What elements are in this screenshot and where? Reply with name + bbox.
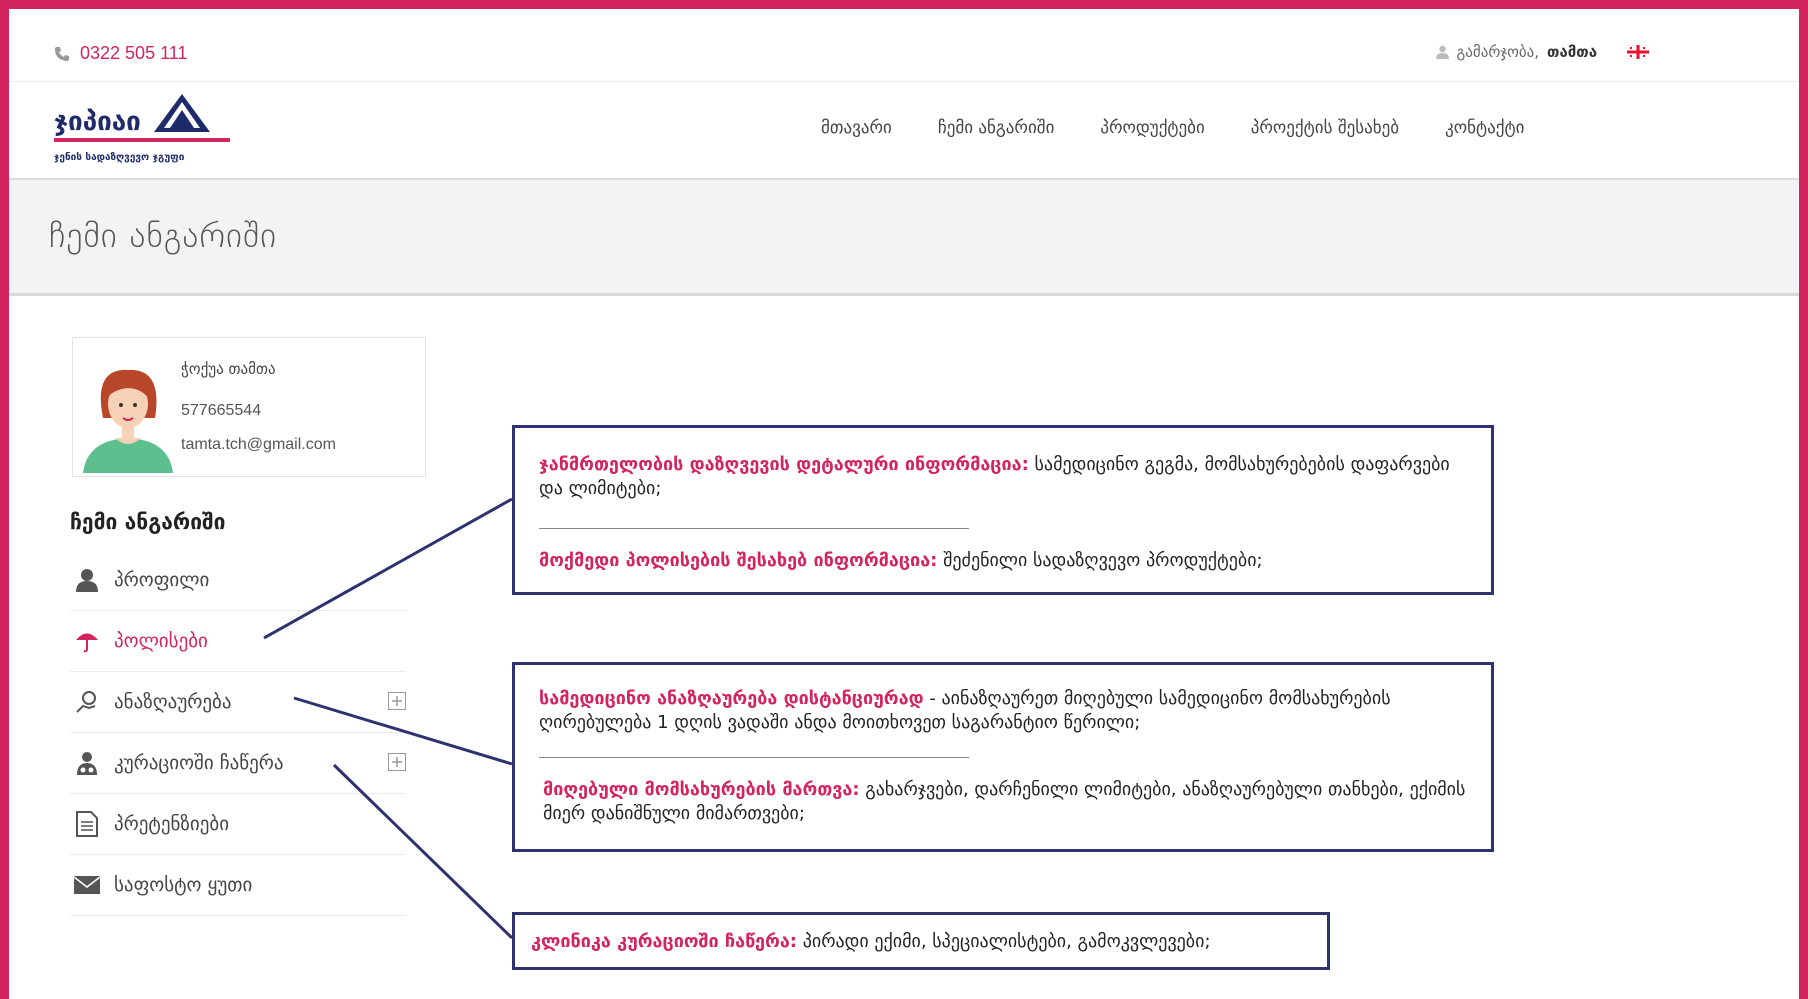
menu-item-label: საფოსტო ყუთი xyxy=(114,874,253,896)
account-menu-heading: ჩემი ანგარიში xyxy=(70,510,226,534)
profile-name: ჭოქუა თამთა xyxy=(181,360,276,378)
user-area: გამარჯობა, თამთა xyxy=(1435,43,1649,61)
avatar xyxy=(83,369,173,473)
gpi-logo[interactable]: ჯიპიაი ჯენის სადაზღვევო ჯგუფი xyxy=(54,88,234,170)
menu-item-label: ანაზღაურება xyxy=(114,691,232,713)
logout-link[interactable]: გამარჯობა, xyxy=(1457,43,1539,61)
callout-text: მიღებული მომსახურების მართვა: გახარჯვები… xyxy=(543,779,1466,824)
expand-icon[interactable] xyxy=(388,753,406,771)
menu-item-policies[interactable]: პოლისები xyxy=(70,611,406,672)
menu-item-claims[interactable]: პრეტენზიები xyxy=(70,794,406,855)
account-menu: პროფილი პოლისები ანაზღაურება კურაციოში ჩ… xyxy=(70,550,406,916)
menu-item-label: პროფილი xyxy=(114,569,210,591)
phone-icon xyxy=(55,46,69,61)
callout-text: კლინიკა კურაციოში ჩაწერა: პირადი ექიმი, … xyxy=(531,931,1211,952)
top-bar: 0322 505 111 გამარჯობა, თამთა xyxy=(9,9,1799,82)
document-icon xyxy=(74,811,100,837)
expand-icon[interactable] xyxy=(388,692,406,710)
menu-item-mailbox[interactable]: საფოსტო ყუთი xyxy=(70,855,406,916)
doctor-icon xyxy=(74,750,100,776)
menu-item-label: პოლისები xyxy=(114,630,208,652)
menu-item-curatio-booking[interactable]: კურაციოში ჩაწერა xyxy=(70,733,406,794)
menu-item-label: კურაციოში ჩაწერა xyxy=(114,752,284,774)
site-header: ჯიპიაი ჯენის სადაზღვევო ჯგუფი მთავარი ჩე… xyxy=(9,82,1799,180)
callout-curatio: კლინიკა კურაციოში ჩაწერა: პირადი ექიმი, … xyxy=(512,912,1330,970)
username: თამთა xyxy=(1547,43,1597,61)
phone-number: 0322 505 111 xyxy=(80,43,188,63)
georgian-flag-icon[interactable] xyxy=(1627,45,1649,59)
main-nav: მთავარი ჩემი ანგარიში პროდუქტები პროექტი… xyxy=(821,118,1524,138)
phone-contact[interactable]: 0322 505 111 xyxy=(54,43,187,64)
svg-text:ჯიპიაი: ჯიპიაი xyxy=(54,107,141,137)
menu-item-label: პრეტენზიები xyxy=(114,813,230,835)
user-small-icon xyxy=(1435,45,1449,59)
menu-item-reimbursement[interactable]: ანაზღაურება xyxy=(70,672,406,733)
umbrella-icon xyxy=(74,628,100,654)
page-title-bar: ჩემი ანგარიში xyxy=(9,180,1799,296)
profile-phone: 577665544 xyxy=(181,402,262,419)
callout-text: სამედიცინო ანაზღაურება დისტანციურად - აი… xyxy=(539,688,1391,733)
user-icon xyxy=(74,567,100,593)
nav-item-my-account[interactable]: ჩემი ანგარიში xyxy=(938,118,1055,138)
nav-item-home[interactable]: მთავარი xyxy=(821,118,892,138)
profile-email: tamta.tch@gmail.com xyxy=(181,436,336,453)
hand-coin-icon xyxy=(74,689,100,715)
callout-text: ჯანმრთელობის დაზღვევის დეტალური ინფორმაც… xyxy=(539,454,1450,499)
callout-text: მოქმედი პოლისების შესახებ ინფორმაცია: შე… xyxy=(539,550,1263,571)
callout-policies: ჯანმრთელობის დაზღვევის დეტალური ინფორმაც… xyxy=(512,425,1494,595)
page-title: ჩემი ანგარიში xyxy=(49,216,278,256)
envelope-icon xyxy=(74,872,100,898)
callout-reimbursement: სამედიცინო ანაზღაურება დისტანციურად - აი… xyxy=(512,662,1494,852)
nav-item-products[interactable]: პროდუქტები xyxy=(1100,118,1204,138)
nav-item-contact[interactable]: კონტაქტი xyxy=(1445,118,1524,138)
nav-item-about-project[interactable]: პროექტის შესახებ xyxy=(1251,118,1399,138)
profile-card: ჭოქუა თამთა 577665544 tamta.tch@gmail.co… xyxy=(72,337,426,477)
menu-item-profile[interactable]: პროფილი xyxy=(70,550,406,611)
svg-text:ჯენის სადაზღვევო ჯგუფი: ჯენის სადაზღვევო ჯგუფი xyxy=(54,151,185,163)
